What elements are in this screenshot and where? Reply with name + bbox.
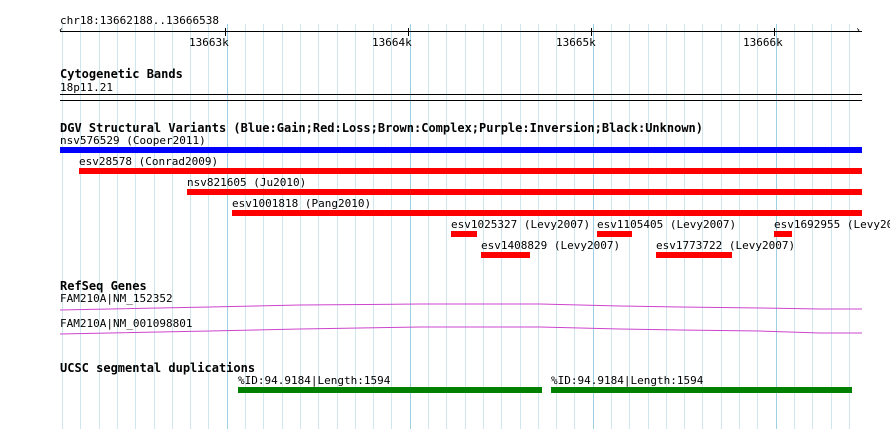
ruler-tick xyxy=(225,28,226,36)
cytoband-track-title[interactable]: Cytogenetic Bands xyxy=(60,68,183,81)
grid-line xyxy=(263,24,264,429)
genome-browser-panel: chr18:13662188..13666538 ‹ › 13663k 1366… xyxy=(0,0,890,429)
variant-loss-bar[interactable] xyxy=(656,252,732,258)
variant-label: esv28578 (Conrad2009) xyxy=(79,155,219,168)
grid-line xyxy=(373,24,374,429)
segdup-bar[interactable] xyxy=(238,387,542,393)
cytoband-label: 18p11.21 xyxy=(60,81,113,94)
region-label: chr18:13662188..13666538 xyxy=(60,14,219,27)
variant-loss-bar[interactable] xyxy=(451,231,477,237)
gene-label: FAM210A|NM_152352 xyxy=(60,292,173,305)
variant-loss-bar[interactable] xyxy=(79,168,862,174)
variant-label: esv1773722 (Levy2007) xyxy=(656,239,796,252)
ruler-axis xyxy=(60,31,862,32)
gene-label: FAM210A|NM_001098801 xyxy=(60,317,193,330)
ruler-tick-label: 13666k xyxy=(743,36,783,49)
grid-line xyxy=(757,24,758,429)
ruler-tick-label: 13665k xyxy=(556,36,596,49)
cytoband-bottom-line xyxy=(60,100,862,101)
cytoband-top-line xyxy=(60,94,862,95)
gene-model-nm-152352[interactable] xyxy=(60,303,862,311)
ruler-tick-label: 13664k xyxy=(372,36,412,49)
ruler-tick-label: 13663k xyxy=(189,36,229,49)
grid-line xyxy=(282,24,283,429)
grid-line xyxy=(300,24,301,429)
grid-line xyxy=(355,24,356,429)
scroll-right-arrow-icon[interactable]: › xyxy=(855,26,861,36)
grid-line xyxy=(593,24,594,429)
grid-line xyxy=(391,24,392,429)
variant-label: esv1025327 (Levy2007) xyxy=(451,218,591,231)
segdup-bar[interactable] xyxy=(551,387,852,393)
variant-label: nsv821605 (Ju2010) xyxy=(187,176,307,189)
grid-line xyxy=(446,24,447,429)
variant-loss-bar[interactable] xyxy=(774,231,792,237)
variant-label: esv1408829 (Levy2007) xyxy=(481,239,621,252)
ruler-tick xyxy=(774,28,775,36)
variant-label: nsv576529 (Cooper2011) xyxy=(60,134,206,147)
grid-line xyxy=(428,24,429,429)
variant-loss-bar[interactable] xyxy=(187,189,862,195)
segdup-label: %ID:94.9184|Length:1594 xyxy=(551,374,704,387)
ruler-tick xyxy=(591,28,592,36)
grid-line xyxy=(318,24,319,429)
ruler-tick xyxy=(408,28,409,36)
variant-gain-bar[interactable] xyxy=(60,147,862,153)
grid-line xyxy=(739,24,740,429)
variant-loss-bar[interactable] xyxy=(481,252,530,258)
segdup-track-title[interactable]: UCSC segmental duplications xyxy=(60,362,255,375)
grid-line xyxy=(410,24,411,429)
variant-loss-bar[interactable] xyxy=(597,231,632,237)
segdup-label: %ID:94.9184|Length:1594 xyxy=(238,374,391,387)
variant-loss-bar[interactable] xyxy=(232,210,862,216)
variant-label: esv1001818 (Pang2010) xyxy=(232,197,372,210)
variant-label: esv1692955 (Levy2007) xyxy=(774,218,890,231)
grid-line xyxy=(337,24,338,429)
variant-label: esv1105405 (Levy2007) xyxy=(597,218,737,231)
